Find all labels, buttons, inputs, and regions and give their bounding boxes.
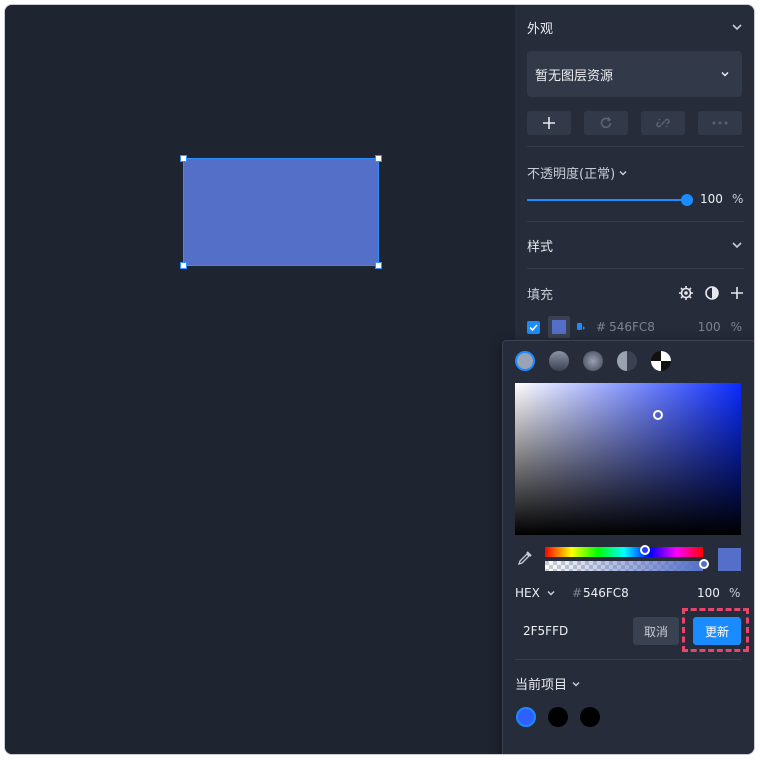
refresh-button[interactable] [584,111,628,135]
color-value-row: HEX # 546FC8 100 % [515,586,741,604]
style-title: 样式 [527,239,554,255]
unlink-icon [656,118,670,128]
appearance-title: 外观 [527,21,554,37]
hue-slider-handle[interactable] [640,545,650,555]
radial-gradient-icon[interactable] [583,351,603,371]
color-mode-label: HEX [515,586,540,600]
alpha-value[interactable]: 100 [697,586,720,600]
recent-colors-dropdown[interactable]: 当前项目 [515,674,581,693]
plus-icon [543,117,555,129]
divider [527,146,744,147]
alpha-unit: % [729,586,741,600]
divider [527,221,744,222]
opacity-slider-handle[interactable] [681,194,693,206]
opacity-mode-dropdown[interactable]: 不透明度(正常) [527,163,628,182]
gear-icon[interactable] [678,285,694,301]
chevron-down-icon [547,590,555,596]
divider [515,659,742,660]
selected-rectangle[interactable] [183,158,379,266]
resize-handle-top-left[interactable] [180,155,187,162]
image-fill-icon[interactable] [651,351,671,371]
plus-icon[interactable] [730,286,744,300]
fill-hex-value[interactable]: 546FC8 [609,320,655,334]
chevron-down-icon [572,681,580,687]
hue-slider[interactable] [545,547,703,557]
hex-value[interactable]: 546FC8 [583,586,629,600]
chevron-down-icon [721,71,729,77]
fill-header: 填充 [527,283,744,303]
solid-fill-icon[interactable] [515,351,535,371]
opacity-unit: % [732,192,744,206]
add-layer-button[interactable] [527,111,571,135]
linear-gradient-icon[interactable] [549,351,569,371]
fill-opacity[interactable]: 100 [698,320,721,334]
unlink-button[interactable] [641,111,685,135]
color-mode-dropdown[interactable]: HEX [515,586,556,600]
resize-handle-bottom-left[interactable] [180,262,187,269]
recent-color-swatch[interactable] [580,707,600,727]
eyedropper-icon[interactable] [517,550,533,566]
resize-handle-top-right[interactable] [375,155,382,162]
fill-type-selector [515,351,671,371]
fill-opacity-unit: % [730,320,742,334]
cancel-button[interactable]: 取消 [633,617,679,645]
color-picker-popup: HEX # 546FC8 100 % 取消 更新 当前项目 [502,340,754,754]
saturation-value-area[interactable] [515,383,741,535]
divider [527,268,744,269]
fill-enabled-checkbox[interactable] [527,320,540,334]
color-cursor[interactable] [653,410,663,420]
recent-colors-list [516,707,600,727]
recent-color-swatch[interactable] [516,707,536,727]
color-preview-swatch [718,548,741,571]
chevron-down-icon[interactable] [730,238,744,252]
alpha-slider-handle[interactable] [699,559,709,569]
paint-bucket-icon[interactable] [576,322,586,332]
fill-color-swatch[interactable] [548,316,570,338]
refresh-icon [600,117,612,129]
layer-dropdown-value: 暂无图层资源 [535,68,614,84]
app-window: 外观 暂无图层资源 不透明度(正常) 100 % 样式 填充 # 546FC8 … [4,4,755,755]
more-button[interactable] [698,111,742,135]
update-button[interactable]: 更新 [693,617,741,645]
opacity-mode-label: 不透明度(正常) [527,167,616,182]
hex-hash: # [572,586,583,600]
alpha-slider[interactable] [545,561,703,571]
design-canvas[interactable] [5,5,515,754]
appearance-section-header[interactable]: 外观 [527,15,744,39]
opacity-value[interactable]: 100 [700,192,723,206]
angular-gradient-icon[interactable] [617,351,637,371]
style-section-header[interactable]: 样式 [527,233,744,257]
layer-dropdown[interactable]: 暂无图层资源 [527,51,742,97]
chevron-down-icon [619,170,627,176]
check-icon [529,323,538,331]
fill-label: 填充 [527,287,554,303]
layer-toolbar [527,111,742,135]
chevron-down-icon[interactable] [730,20,744,34]
hex-input-field[interactable] [515,616,623,646]
resize-handle-bottom-right[interactable] [375,262,382,269]
fill-list-item: # 546FC8 100 % [527,316,742,338]
opacity-slider-track[interactable] [527,199,687,201]
recent-color-swatch[interactable] [548,707,568,727]
recent-colors-label: 当前项目 [515,678,568,693]
more-icon [712,121,728,125]
color-input-row: 取消 更新 [515,608,749,652]
contrast-icon[interactable] [704,285,720,301]
fill-hash: # [596,320,607,334]
